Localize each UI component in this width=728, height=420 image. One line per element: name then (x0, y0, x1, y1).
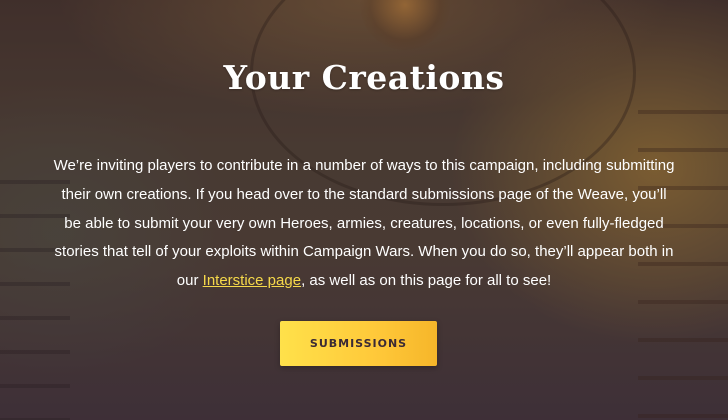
section-title: Your Creations (223, 58, 505, 97)
submissions-button[interactable]: SUBMISSIONS (280, 321, 437, 366)
section-description: We’re inviting players to contribute in … (52, 152, 676, 296)
creations-section: Your Creations We’re inviting players to… (0, 0, 728, 420)
description-text: We’re inviting players to contribute in … (53, 157, 675, 290)
description-text-end: , as well as on this page for all to see… (301, 272, 552, 290)
interstice-page-link[interactable]: Interstice page (203, 272, 301, 289)
